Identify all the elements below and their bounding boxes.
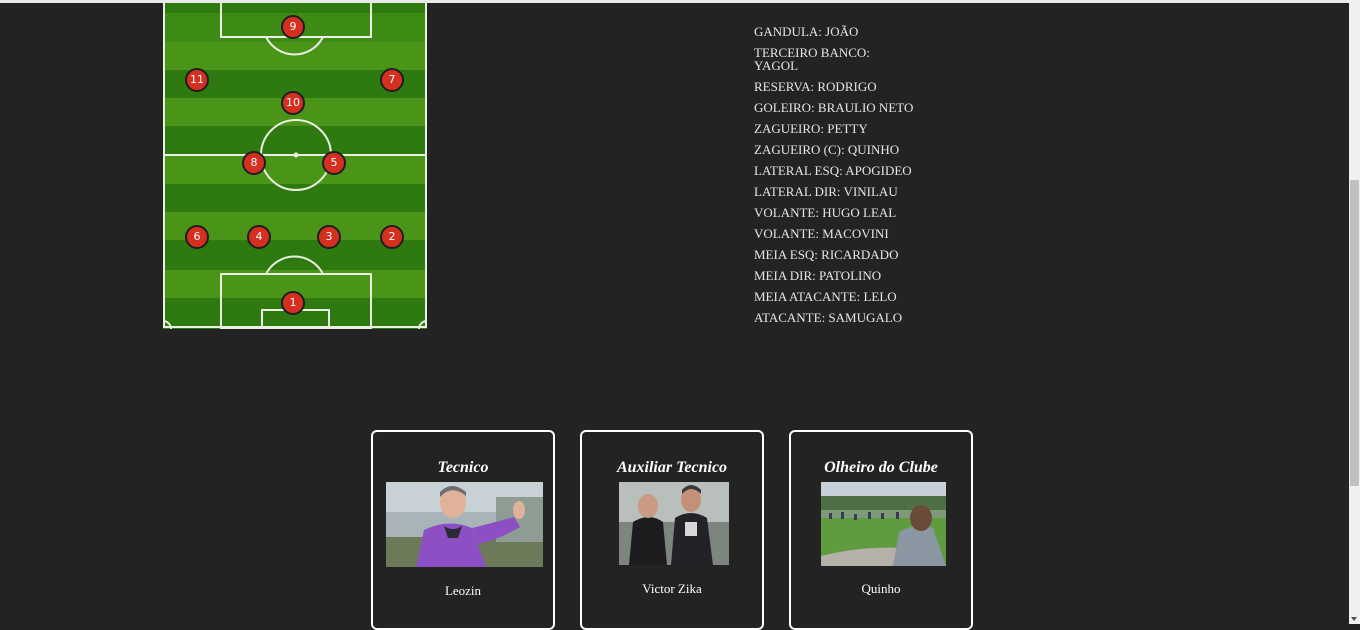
- staff-role: Olheiro do Clube: [824, 459, 938, 476]
- roster-item: GANDULA: JOÃO: [754, 24, 859, 39]
- staff-name: Quinho: [861, 581, 901, 596]
- coach-photo: [386, 482, 543, 567]
- scrollbar-thumb[interactable]: [1350, 180, 1359, 486]
- roster-item: LATERAL ESQ: APOGIDEO: [754, 163, 912, 178]
- page-scrollbar[interactable]: [1349, 0, 1360, 624]
- player-badge: 4: [247, 225, 271, 249]
- staff-card-tecnico: Tecnico Leozin: [371, 430, 555, 630]
- player-badge: 3: [317, 225, 341, 249]
- staff-name: Victor Zika: [642, 581, 702, 596]
- player-badge: 6: [185, 225, 209, 249]
- roster-item: MEIA DIR: PATOLINO: [754, 268, 882, 283]
- player-badge: 7: [380, 68, 404, 92]
- roster-item: TERCEIRO BANCO: YAGOL: [754, 45, 870, 73]
- player-badge: 2: [380, 225, 404, 249]
- staff-role: Tecnico: [437, 459, 489, 476]
- staff-card-auxiliar-tecnico: Auxiliar Tecnico Victor Zika: [580, 430, 764, 630]
- roster-item: RESERVA: RODRIGO: [754, 79, 877, 94]
- roster-list: GANDULA: JOÃO TERCEIRO BANCO: YAGOL RESE…: [754, 25, 934, 324]
- roster-item: MEIA ESQ: RICARDADO: [754, 247, 899, 262]
- roster-item: MEIA ATACANTE: LELO: [754, 289, 897, 304]
- player-badge: 9: [281, 15, 305, 39]
- staff-name: Leozin: [444, 583, 482, 598]
- roster-item: VOLANTE: MACOVINI: [754, 226, 889, 241]
- roster-item: ATACANTE: SAMUGALO: [754, 310, 903, 325]
- scout-photo: [821, 482, 946, 566]
- player-badge: 5: [322, 151, 346, 175]
- formation-pitch: 9 11 7 10 8 5 6 4 3 2 1: [163, 3, 427, 329]
- staff-role: Auxiliar Tecnico: [616, 459, 728, 476]
- roster-item: LATERAL DIR: VINILAU: [754, 184, 898, 199]
- roster-item: ZAGUEIRO: PETTY: [754, 121, 868, 136]
- roster-item: GOLEIRO: BRAULIO NETO: [754, 100, 914, 115]
- player-badge: 10: [281, 91, 305, 115]
- roster-item: VOLANTE: HUGO LEAL: [754, 205, 897, 220]
- pitch-field: [163, 3, 427, 329]
- roster-item: ZAGUEIRO (C): QUINHO: [754, 142, 900, 157]
- player-badge: 8: [242, 151, 266, 175]
- assistant-photo: [619, 482, 729, 565]
- player-badge: 1: [281, 291, 305, 315]
- player-badge: 11: [185, 68, 209, 92]
- scroll-down-arrow-icon[interactable]: [1351, 617, 1357, 621]
- staff-card-olheiro: Olheiro do Clube Quinho: [789, 430, 973, 630]
